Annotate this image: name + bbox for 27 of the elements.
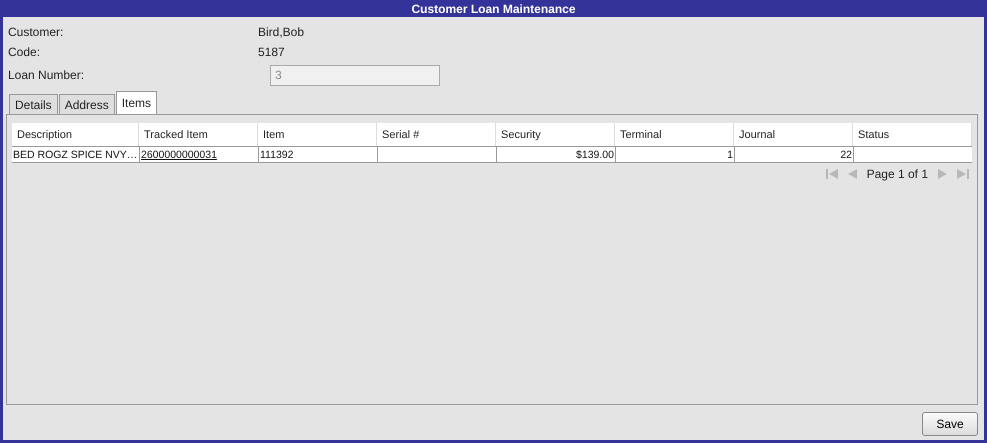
tab[interactable]: Address: [58, 94, 115, 114]
table-cell: $139.00: [496, 146, 615, 163]
column-header[interactable]: Serial #: [377, 123, 496, 146]
skip-icon: [955, 167, 970, 181]
link[interactable]: 2600000000031: [139, 146, 258, 163]
column-header[interactable]: Terminal: [615, 123, 734, 146]
field-label: Loan Number:: [8, 68, 86, 82]
table-cell: BED ROGZ SPICE NVY…: [12, 146, 139, 163]
column-header[interactable]: Security: [496, 123, 615, 146]
window-title: Customer Loan Maintenance: [0, 0, 987, 17]
field-value: Bird,Bob: [258, 25, 304, 39]
page-indicator: Page 1 of 1: [866, 167, 928, 181]
table-cell: 111392: [258, 146, 377, 163]
table-cell: 22: [734, 146, 853, 163]
skip-icon: [824, 167, 840, 181]
column-header[interactable]: Tracked Item: [139, 123, 258, 146]
field-label: Code:: [8, 45, 42, 59]
table-cell: 1: [615, 146, 734, 163]
save-button[interactable]: Save: [922, 412, 978, 436]
column-header[interactable]: Journal: [734, 123, 853, 146]
column-header[interactable]: Description: [12, 123, 139, 146]
tab[interactable]: Details: [9, 94, 58, 114]
column-header[interactable]: Status: [853, 123, 972, 146]
field-value: 5187: [258, 45, 285, 59]
column-header[interactable]: Item: [258, 123, 377, 146]
tab[interactable]: Items: [116, 91, 158, 114]
field-label: Customer:: [8, 25, 64, 39]
